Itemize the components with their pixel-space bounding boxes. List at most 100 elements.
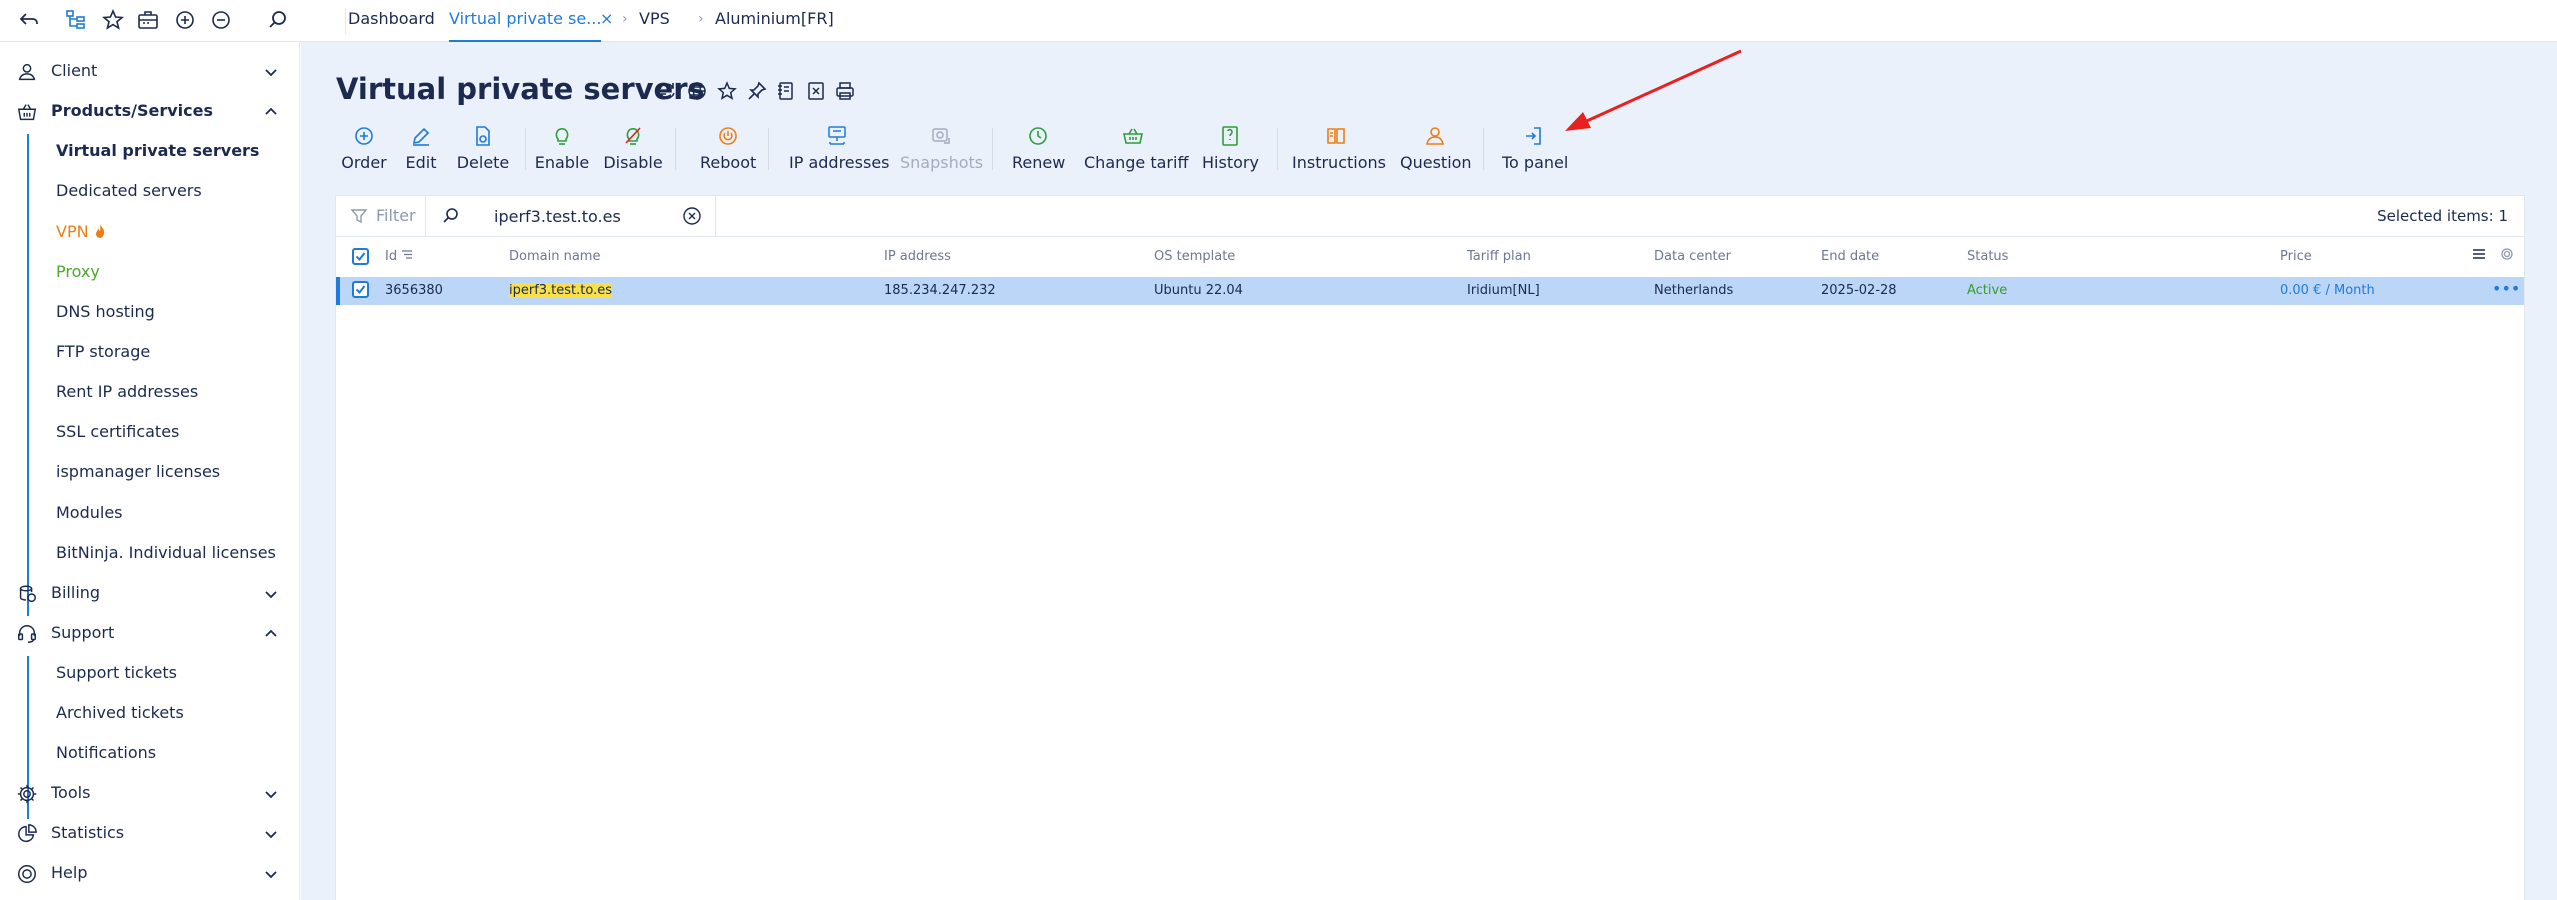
tab-close-button[interactable]: × (600, 0, 613, 42)
filter-button[interactable]: Filter (336, 196, 426, 237)
toolbar-label: Reboot (700, 153, 757, 172)
sidebar-item-notifications[interactable]: Notifications (56, 743, 156, 762)
sidebar-item-proxy[interactable]: Proxy (56, 262, 100, 281)
breadcrumb-chevron-icon: › (698, 11, 704, 27)
toolbar-divider (1483, 128, 1484, 170)
briefcase-icon[interactable] (136, 8, 160, 32)
search-input[interactable] (494, 204, 664, 228)
sidebar-group-client[interactable]: Client (0, 55, 300, 89)
column-header-domain[interactable]: Domain name (509, 249, 600, 264)
question-button[interactable]: Question (1400, 124, 1472, 182)
toolbar-divider (525, 128, 526, 170)
toolbar-label: Renew (1012, 153, 1066, 172)
filter-label: Filter (376, 206, 416, 225)
sidebar-item-ftp-storage[interactable]: FTP storage (56, 342, 150, 361)
column-header-price[interactable]: Price (2280, 249, 2312, 264)
column-header-datacenter[interactable]: Data center (1654, 249, 1731, 264)
tab-dashboard[interactable]: Dashboard (348, 0, 435, 42)
sidebar-item-vpn[interactable]: VPN (56, 222, 106, 241)
chevron-down-icon[interactable] (262, 825, 280, 843)
pin-icon[interactable] (746, 80, 768, 102)
sidebar-group-label: Help (51, 863, 88, 882)
instructions-button[interactable]: Instructions (1292, 124, 1386, 182)
sidebar-item-rent-ip-addresses[interactable]: Rent IP addresses (56, 382, 198, 401)
column-header-os[interactable]: OS template (1154, 249, 1235, 264)
search-icon[interactable] (266, 8, 290, 32)
globe-icon[interactable] (686, 80, 708, 102)
tab-aluminium-fr[interactable]: Aluminium[FR] (715, 0, 834, 42)
sidebar-item-modules[interactable]: Modules (56, 503, 123, 522)
sidebar-group-products-services[interactable]: Products/Services (0, 95, 300, 129)
enable-button[interactable]: Enable (533, 124, 591, 182)
reboot-button[interactable]: Reboot (700, 124, 756, 182)
refresh-icon[interactable] (656, 80, 678, 102)
sidebar-item-label: VPN (56, 222, 89, 241)
chevron-up-icon[interactable] (262, 625, 280, 643)
sidebar-group-label: Client (51, 61, 98, 80)
sidebar-item-dedicated-servers[interactable]: Dedicated servers (56, 181, 202, 200)
row-more-options-icon[interactable]: ••• (2492, 279, 2520, 298)
search-box (426, 196, 716, 237)
row-checkbox[interactable] (352, 281, 369, 298)
sidebar-group-label: Billing (51, 583, 101, 602)
table-row[interactable]: 3656380 iperf3.test.to.es 185.234.247.23… (336, 277, 2524, 305)
cell-datacenter: Netherlands (1654, 283, 1734, 298)
chevron-down-icon[interactable] (262, 585, 280, 603)
sidebar-group-support[interactable]: Support (0, 617, 300, 651)
export-excel-icon[interactable] (805, 80, 827, 102)
sidebar-group-tools[interactable]: Tools (0, 777, 300, 811)
snapshots-button[interactable]: Snapshots (900, 124, 983, 182)
tab-vps[interactable]: VPS (639, 0, 670, 42)
chevron-down-icon[interactable] (262, 785, 280, 803)
ip-addresses-button[interactable]: IP addresses (789, 124, 890, 182)
cell-domain: iperf3.test.to.es (509, 283, 613, 298)
cell-price[interactable]: 0.00 € / Month (2280, 283, 2375, 298)
zoom-in-icon[interactable] (173, 8, 197, 32)
column-header-ip[interactable]: IP address (884, 249, 951, 264)
order-button[interactable]: Order (339, 124, 389, 182)
disable-button[interactable]: Disable (603, 124, 663, 182)
sidebar-item-archived-tickets[interactable]: Archived tickets (56, 703, 184, 722)
column-header-end-date[interactable]: End date (1821, 249, 1879, 264)
sidebar-item-dns-hosting[interactable]: DNS hosting (56, 302, 155, 321)
history-button[interactable]: History (1202, 124, 1259, 182)
sidebar-group-billing[interactable]: Billing (0, 577, 300, 611)
print-icon[interactable] (834, 80, 856, 102)
gear-icon[interactable] (2500, 247, 2514, 265)
edit-button[interactable]: Edit (402, 124, 440, 182)
book-icon[interactable] (775, 80, 797, 102)
toolbar-divider (992, 128, 993, 170)
sidebar-group-help[interactable]: Help (0, 857, 300, 891)
sidebar-item-ispmanager-licenses[interactable]: ispmanager licenses (56, 462, 220, 481)
sidebar-item-virtual-private-servers[interactable]: Virtual private servers (56, 141, 259, 160)
clear-search-icon[interactable] (682, 206, 702, 226)
history-icon (1218, 124, 1242, 148)
table-header: Id Domain name IP address OS template Ta… (336, 237, 2524, 277)
renew-button[interactable]: Renew (1012, 124, 1066, 182)
column-header-status[interactable]: Status (1967, 249, 2008, 264)
chevron-down-icon[interactable] (262, 63, 280, 81)
chevron-down-icon[interactable] (262, 865, 280, 883)
sidebar-group-label: Products/Services (51, 101, 213, 120)
back-icon[interactable] (17, 8, 41, 32)
chevron-up-icon[interactable] (262, 103, 280, 121)
delete-button[interactable]: Delete (453, 124, 513, 182)
book-icon (1324, 124, 1348, 148)
star-icon[interactable] (716, 80, 738, 102)
column-settings-icon[interactable] (2472, 247, 2486, 265)
sidebar-item-support-tickets[interactable]: Support tickets (56, 663, 177, 682)
change-tariff-button[interactable]: Change tariff (1084, 124, 1188, 182)
question-user-icon (1423, 124, 1447, 148)
column-header-id[interactable]: Id (385, 249, 413, 264)
sidebar-group-statistics[interactable]: Statistics (0, 817, 300, 851)
column-header-tariff[interactable]: Tariff plan (1467, 249, 1531, 264)
to-panel-button[interactable]: To panel (1502, 124, 1568, 182)
sitemap-icon[interactable] (64, 8, 88, 32)
sidebar-item-bitninja-licenses[interactable]: BitNinja. Individual licenses (56, 543, 276, 562)
gear-icon (16, 783, 38, 805)
sidebar-item-ssl-certificates[interactable]: SSL certificates (56, 422, 179, 441)
star-icon[interactable] (101, 8, 125, 32)
zoom-out-icon[interactable] (209, 8, 233, 32)
select-all-checkbox[interactable] (352, 248, 369, 265)
tab-virtual-private-servers[interactable]: Virtual private se... (449, 0, 602, 42)
